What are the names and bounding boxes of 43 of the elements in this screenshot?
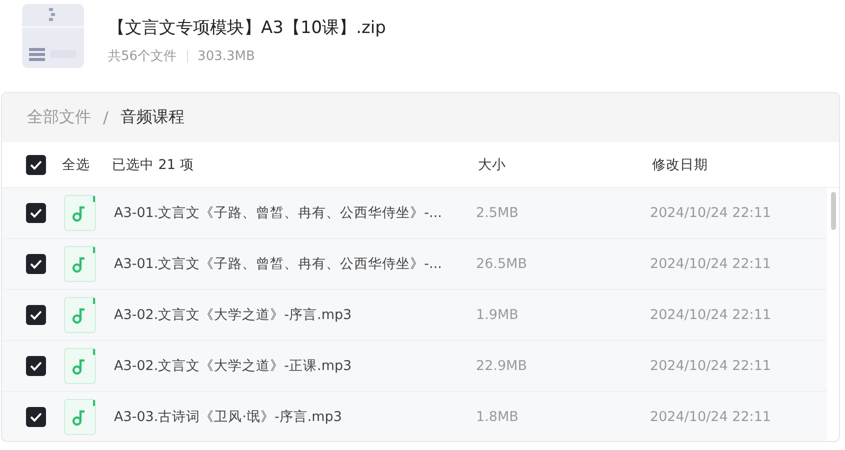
zip-archive-icon: [22, 4, 84, 68]
check-icon: [30, 361, 42, 371]
audio-file-icon: [64, 195, 96, 231]
check-icon: [30, 208, 42, 218]
archive-size: 303.3MB: [198, 48, 255, 64]
check-icon: [30, 259, 42, 269]
file-size: 22.9MB: [476, 358, 528, 374]
file-size: 2.5MB: [476, 205, 520, 221]
file-name[interactable]: A3-03.古诗词《卫风·氓》-序言.mp3: [114, 408, 476, 426]
archive-title: 【文言文专项模块】A3【10课】.zip: [108, 17, 386, 39]
audio-file-icon: [64, 297, 96, 333]
file-name[interactable]: A3-01.文言文《子路、曾皙、冉有、公西华侍坐》-...: [114, 255, 476, 273]
check-icon: [30, 160, 42, 170]
file-size: 1.9MB: [476, 307, 520, 323]
modified-date: 2024/10/24 22:11: [650, 358, 772, 374]
file-size: 1.8MB: [476, 409, 520, 425]
check-icon: [30, 412, 42, 422]
file-name[interactable]: A3-02.文言文《大学之道》-正课.mp3: [114, 357, 476, 375]
audio-file-icon: [64, 399, 96, 435]
file-name[interactable]: A3-02.文言文《大学之道》-序言.mp3: [114, 306, 476, 324]
modified-date: 2024/10/24 22:11: [650, 307, 772, 323]
modified-date: 2024/10/24 22:11: [650, 205, 772, 221]
select-all-label[interactable]: 全选: [62, 156, 112, 174]
breadcrumb-item[interactable]: 音频课程: [120, 107, 184, 128]
file-count: 共56个文件: [108, 48, 177, 65]
checkbox[interactable]: [26, 203, 46, 223]
audio-file-icon: [64, 348, 96, 384]
checkbox[interactable]: [26, 407, 46, 427]
checkbox[interactable]: [26, 305, 46, 325]
selection-count: 已选中 21 项: [112, 156, 195, 174]
check-icon: [30, 310, 42, 320]
column-header[interactable]: 修改日期: [652, 156, 826, 174]
file-name[interactable]: A3-01.文言文《子路、曾皙、冉有、公西华侍坐》-...: [114, 204, 476, 222]
checkbox[interactable]: [26, 356, 46, 376]
audio-file-icon: [64, 246, 96, 282]
file-size: 26.5MB: [476, 256, 528, 272]
checkbox[interactable]: [26, 254, 46, 274]
modified-date: 2024/10/24 22:11: [650, 256, 772, 272]
scrollbar[interactable]: [831, 192, 836, 230]
column-header[interactable]: 大小: [478, 156, 652, 174]
breadcrumb-separator: /: [103, 108, 108, 127]
modified-date: 2024/10/24 22:11: [650, 409, 772, 425]
checkbox[interactable]: [26, 154, 46, 174]
